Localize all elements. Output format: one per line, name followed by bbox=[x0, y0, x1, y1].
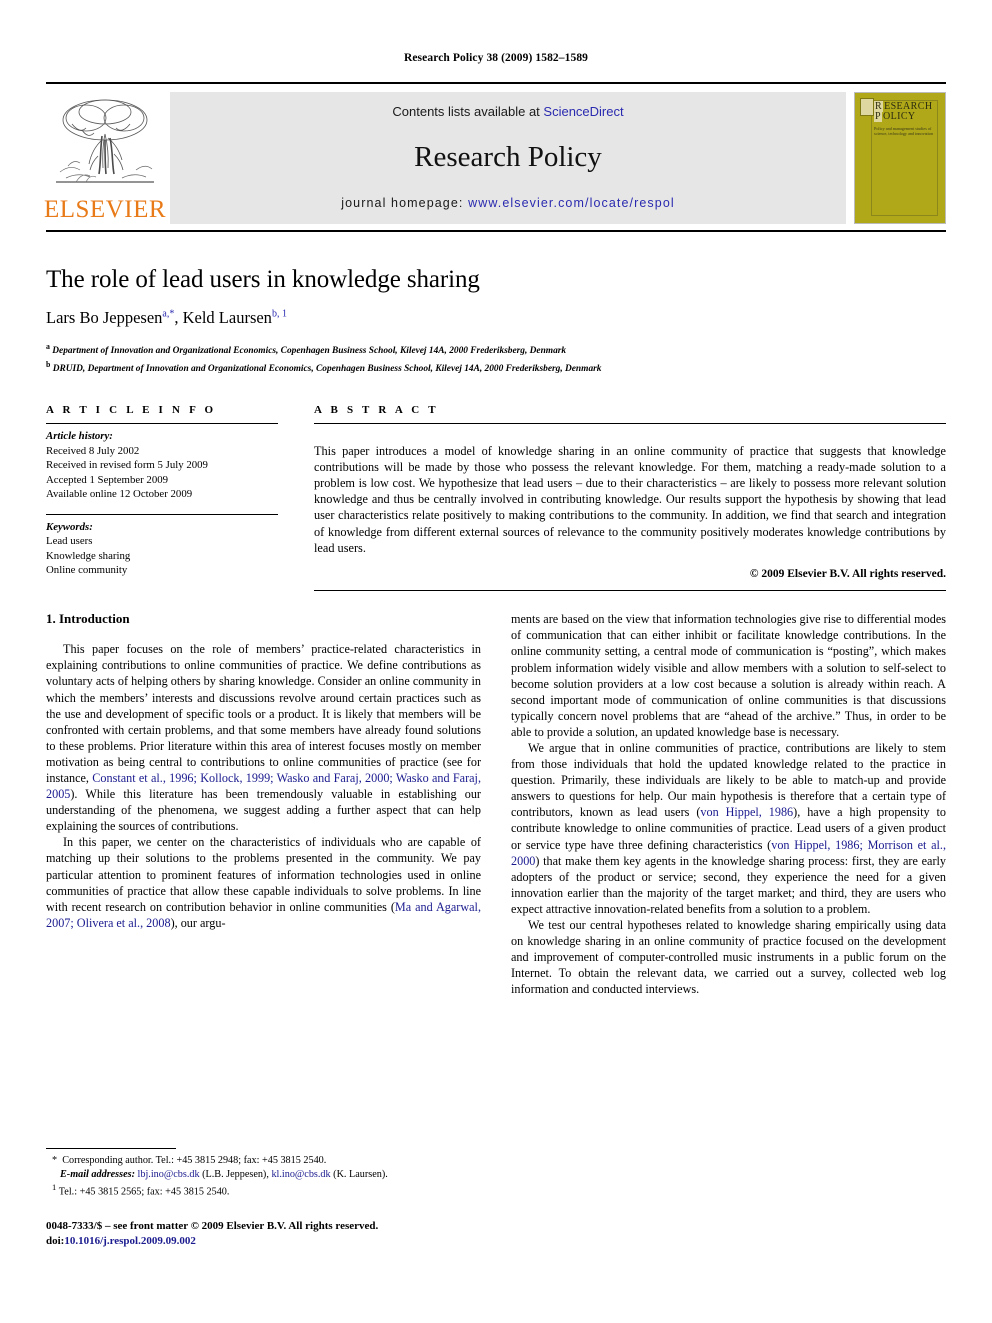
keyword-item: Lead users bbox=[46, 535, 93, 548]
author-2: Keld Laursen bbox=[182, 308, 272, 327]
issn-copyright-block: 0048-7333/$ – see front matter © 2009 El… bbox=[46, 1219, 481, 1248]
elsevier-tree-icon bbox=[56, 99, 154, 183]
abstract-text: This paper introduces a model of knowled… bbox=[314, 443, 946, 555]
paragraph: We test our central hypotheses related t… bbox=[511, 918, 946, 997]
article-info-column: A R T I C L E I N F O Article history: R… bbox=[46, 404, 278, 591]
paragraph: ments are based on the view that informa… bbox=[511, 612, 946, 739]
article-history: Article history: Received 8 July 2002 Re… bbox=[46, 424, 278, 502]
keywords-block: Keywords: Lead users Knowledge sharing O… bbox=[46, 509, 278, 578]
affiliation-a: a Department of Innovation and Organizat… bbox=[46, 340, 946, 358]
article-history-item: Accepted 1 September 2009 bbox=[46, 473, 169, 486]
article-history-item: Received 8 July 2002 bbox=[46, 444, 140, 457]
author-1: Lars Bo Jeppesen bbox=[46, 308, 163, 327]
journal-homepage-line: journal homepage: www.elsevier.com/locat… bbox=[341, 196, 675, 210]
author-separator: , bbox=[174, 308, 183, 327]
article-history-heading: Article history: bbox=[46, 430, 113, 443]
affiliation-b: b DRUID, Department of Innovation and Or… bbox=[46, 358, 946, 376]
paper-page: Research Policy 38 (2009) 1582–1589 ELSE… bbox=[0, 0, 992, 1323]
contents-line: Contents lists available at ScienceDirec… bbox=[392, 104, 623, 119]
doi-prefix: doi: bbox=[46, 1234, 65, 1247]
affiliation-a-text: Department of Innovation and Organizatio… bbox=[49, 346, 567, 357]
journal-homepage-link[interactable]: www.elsevier.com/locate/respol bbox=[468, 196, 675, 210]
cover-title: R ESEARCH P OLICY bbox=[874, 101, 940, 122]
email-label: E-mail addresses: bbox=[60, 1168, 135, 1180]
doi-link[interactable]: 10.1016/j.respol.2009.09.002 bbox=[64, 1235, 196, 1247]
doi-line: doi:10.1016/j.respol.2009.09.002 bbox=[46, 1234, 481, 1249]
paragraph: This paper focuses on the role of member… bbox=[46, 641, 481, 834]
sciencedirect-link[interactable]: ScienceDirect bbox=[543, 104, 623, 119]
elsevier-wordmark: ELSEVIER bbox=[43, 196, 167, 223]
abstract-rule-bottom bbox=[314, 590, 946, 592]
footnotes-block: * Corresponding author. Tel.: +45 3815 2… bbox=[46, 1148, 481, 1248]
footnote-corresponding-author: * Corresponding author. Tel.: +45 3815 2… bbox=[46, 1154, 481, 1181]
elsevier-logo: ELSEVIER bbox=[43, 92, 167, 224]
article-history-item: Received in revised form 5 July 2009 bbox=[46, 459, 208, 472]
author-2-marks[interactable]: b, 1 bbox=[272, 309, 287, 320]
issn-line: 0048-7333/$ – see front matter © 2009 El… bbox=[46, 1220, 379, 1233]
article-history-item: Available online 12 October 2009 bbox=[46, 488, 193, 501]
contents-prefix: Contents lists available at bbox=[392, 104, 544, 119]
footnote-rule bbox=[46, 1148, 176, 1149]
page-title: The role of lead users in knowledge shar… bbox=[46, 266, 480, 293]
article-info-label: A R T I C L E I N F O bbox=[46, 404, 217, 417]
keyword-item: Online community bbox=[46, 564, 128, 577]
masthead-bottom-rule bbox=[46, 230, 946, 232]
paragraph: In this paper, we center on the characte… bbox=[46, 834, 481, 931]
paragraph: We argue that in online communities of p… bbox=[511, 740, 946, 917]
journal-masthead: ELSEVIER Contents lists available at Sci… bbox=[43, 82, 946, 224]
paragraph-text-cont: ), our argu- bbox=[170, 915, 226, 930]
running-head: Research Policy 38 (2009) 1582–1589 bbox=[403, 52, 589, 64]
footnote-1-text: Tel.: +45 3815 2565; fax: +45 3815 2540. bbox=[58, 1186, 230, 1198]
citation-link[interactable]: von Hippel, 1986 bbox=[700, 805, 793, 819]
cover-elsevier-icon bbox=[860, 98, 874, 116]
email-link-2[interactable]: kl.ino@cbs.dk bbox=[271, 1169, 330, 1180]
journal-banner: Contents lists available at ScienceDirec… bbox=[170, 92, 846, 224]
footnote-star-text: Corresponding author. Tel.: +45 3815 294… bbox=[62, 1155, 327, 1166]
info-abstract-region: A R T I C L E I N F O Article history: R… bbox=[46, 404, 946, 592]
body-columns: 1. Introduction This paper focuses on th… bbox=[46, 611, 946, 997]
footnote-note-1: 1 Tel.: +45 3815 2565; fax: +45 3815 254… bbox=[46, 1181, 481, 1199]
title-block: The role of lead users in knowledge shar… bbox=[46, 266, 946, 376]
footnote-1-mark: 1 bbox=[52, 1182, 57, 1193]
homepage-prefix: journal homepage: bbox=[341, 196, 469, 210]
keywords-heading: Keywords: bbox=[46, 520, 93, 533]
section-title-introduction: 1. Introduction bbox=[46, 611, 130, 627]
author-list: Lars Bo Jeppesena,*, Keld Laursenb, 1 bbox=[46, 308, 946, 328]
cover-subtitle: Policy and management studies of science… bbox=[874, 126, 934, 136]
affiliation-b-text: DRUID, Department of Innovation and Orga… bbox=[50, 364, 602, 375]
paragraph-text-cont: ) that make them key agents in the knowl… bbox=[511, 853, 946, 916]
paragraph-text-cont: ). While this literature has been tremen… bbox=[46, 787, 481, 834]
paragraph-text: This paper focuses on the role of member… bbox=[46, 642, 481, 786]
email-link-1[interactable]: lbj.ino@cbs.dk bbox=[138, 1169, 200, 1180]
body-column-left: 1. Introduction This paper focuses on th… bbox=[46, 611, 481, 997]
abstract-column: A B S T R A C T This paper introduces a … bbox=[314, 404, 946, 592]
keyword-item: Knowledge sharing bbox=[46, 549, 131, 562]
abstract-rule-top bbox=[314, 423, 946, 425]
cover-title-rest-2: OLICY bbox=[882, 111, 916, 122]
journal-title: Research Policy bbox=[414, 141, 602, 173]
cover-title-cap-2: P bbox=[874, 111, 882, 122]
abstract-copyright: © 2009 Elsevier B.V. All rights reserved… bbox=[749, 568, 946, 581]
author-1-marks[interactable]: a,* bbox=[162, 309, 174, 320]
body-column-right: ments are based on the view that informa… bbox=[511, 611, 946, 997]
email-owner-1: (L.B. Jeppesen), bbox=[199, 1168, 272, 1180]
email-owner-2: (K. Laursen). bbox=[330, 1168, 388, 1180]
journal-cover-thumbnail[interactable]: R ESEARCH P OLICY Policy and management st… bbox=[854, 92, 946, 224]
abstract-label: A B S T R A C T bbox=[314, 404, 439, 417]
footnote-star-mark: * bbox=[52, 1155, 58, 1166]
